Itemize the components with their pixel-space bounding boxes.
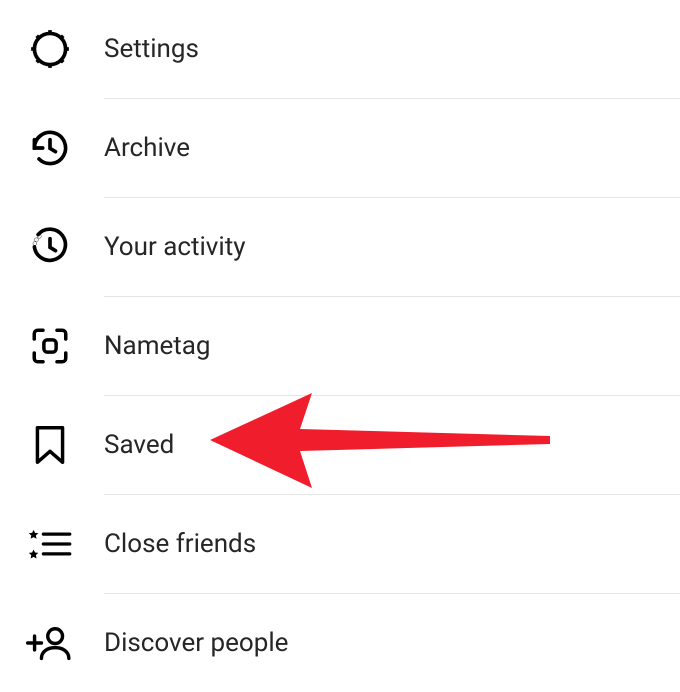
menu-item-close-friends[interactable]: Close friends	[0, 495, 680, 593]
menu-item-saved[interactable]: Saved	[0, 396, 680, 494]
menu-item-nametag[interactable]: Nametag	[0, 297, 680, 395]
menu-label: Discover people	[104, 628, 288, 658]
menu-label: Saved	[104, 430, 174, 460]
menu-item-your-activity[interactable]: Your activity	[0, 198, 680, 296]
menu-item-settings[interactable]: Settings	[0, 0, 680, 98]
activity-icon	[26, 223, 74, 271]
gear-icon	[26, 25, 74, 73]
bookmark-icon	[26, 421, 74, 469]
nametag-icon	[26, 322, 74, 370]
menu-item-discover-people[interactable]: Discover people	[0, 594, 680, 692]
menu-label: Archive	[104, 133, 190, 163]
menu-label: Close friends	[104, 529, 256, 559]
menu-label: Nametag	[104, 331, 211, 361]
archive-icon	[26, 124, 74, 172]
menu-label: Your activity	[104, 232, 246, 262]
discover-people-icon	[26, 619, 74, 667]
menu: Settings Archive Your activity	[0, 0, 680, 692]
menu-label: Settings	[104, 34, 199, 64]
menu-item-archive[interactable]: Archive	[0, 99, 680, 197]
close-friends-icon	[26, 520, 74, 568]
